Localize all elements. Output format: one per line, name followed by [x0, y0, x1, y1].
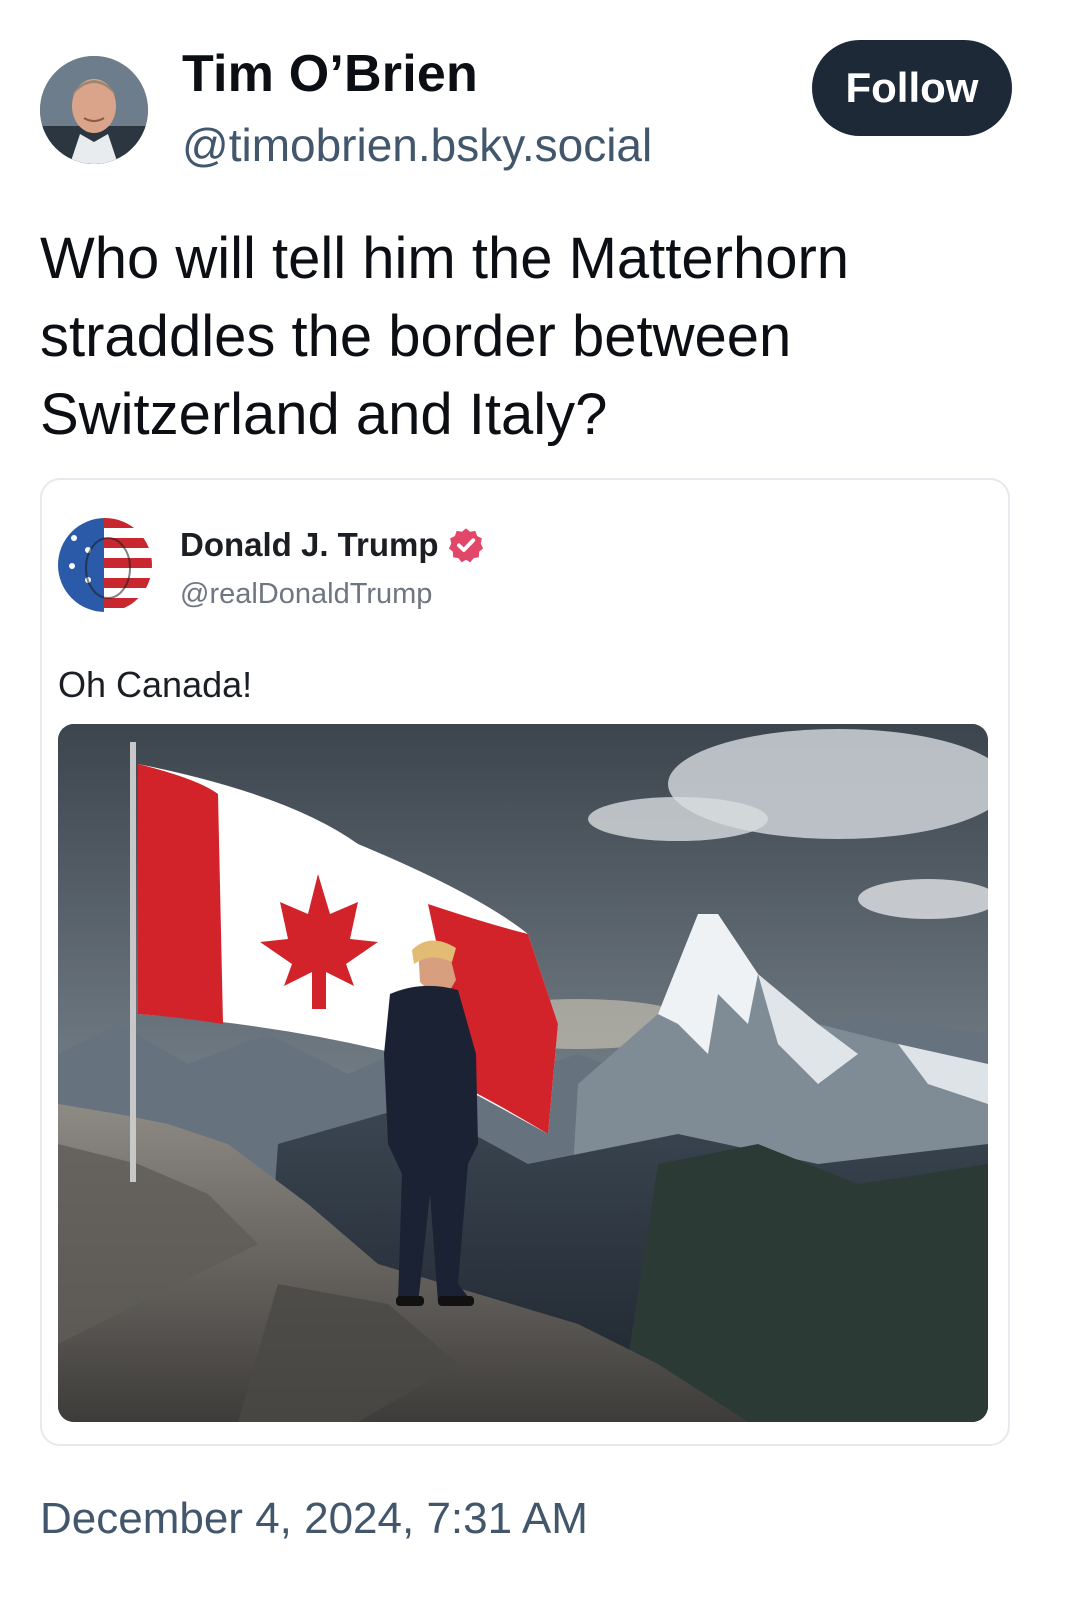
post-timestamp[interactable]: December 4, 2024, 7:31 AM [40, 1494, 588, 1544]
post-text: Who will tell him the Matterhorn straddl… [40, 226, 850, 447]
author-avatar[interactable] [40, 56, 148, 164]
quoted-post-text: Oh Canada! [58, 664, 253, 705]
flag-portrait-avatar-image [58, 518, 152, 612]
author-handle[interactable]: @timobrien.bsky.social [182, 118, 652, 172]
follow-button[interactable]: Follow [812, 40, 1012, 136]
quoted-author-row[interactable]: Donald J. Trump [180, 526, 485, 564]
quoted-post-image[interactable] [58, 724, 988, 1422]
verified-badge-icon [448, 528, 483, 563]
quoted-post-card[interactable]: Donald J. Trump @realDonaldTrump Oh Cana… [40, 478, 1010, 1446]
author-avatar-image [40, 56, 148, 164]
mountain-flag-scene-image [58, 724, 988, 1422]
author-name[interactable]: Tim O’Brien [182, 44, 478, 104]
quoted-author-handle[interactable]: @realDonaldTrump [180, 578, 432, 611]
quoted-author-name[interactable]: Donald J. Trump [180, 526, 439, 564]
quoted-author-avatar[interactable] [58, 518, 152, 612]
